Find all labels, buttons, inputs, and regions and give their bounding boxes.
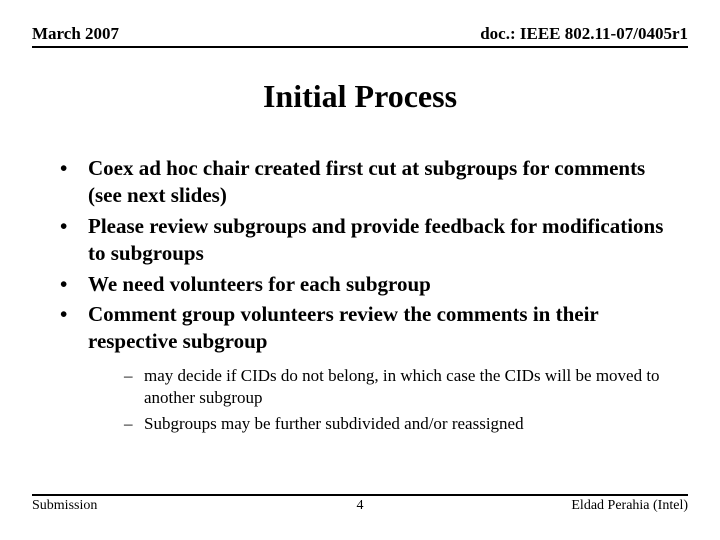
bullet-text: We need volunteers for each subgroup <box>88 272 431 296</box>
slide: March 2007 doc.: IEEE 802.11-07/0405r1 I… <box>0 0 720 540</box>
bullet-text: Coex ad hoc chair created first cut at s… <box>88 156 645 207</box>
bullet-text: Please review subgroups and provide feed… <box>88 214 663 265</box>
bullet-list: Coex ad hoc chair created first cut at s… <box>60 155 680 435</box>
slide-header: March 2007 doc.: IEEE 802.11-07/0405r1 <box>32 24 688 48</box>
slide-content: Coex ad hoc chair created first cut at s… <box>60 155 680 439</box>
bullet-text: Comment group volunteers review the comm… <box>88 302 598 353</box>
bullet-item: Coex ad hoc chair created first cut at s… <box>60 155 680 209</box>
slide-title: Initial Process <box>0 78 720 115</box>
sub-bullet-item: may decide if CIDs do not belong, in whi… <box>124 365 680 409</box>
footer-left: Submission <box>32 498 97 514</box>
bullet-item: Please review subgroups and provide feed… <box>60 213 680 267</box>
footer-author: Eldad Perahia (Intel) <box>571 498 688 514</box>
sub-bullet-list: may decide if CIDs do not belong, in whi… <box>88 365 680 435</box>
slide-footer: Submission 4 Eldad Perahia (Intel) <box>32 494 688 514</box>
sub-bullet-text: Subgroups may be further subdivided and/… <box>144 414 524 433</box>
bullet-item: We need volunteers for each subgroup <box>60 271 680 298</box>
bullet-item: Comment group volunteers review the comm… <box>60 301 680 435</box>
header-date: March 2007 <box>32 24 119 44</box>
sub-bullet-item: Subgroups may be further subdivided and/… <box>124 413 680 435</box>
header-doc-id: doc.: IEEE 802.11-07/0405r1 <box>480 24 688 44</box>
sub-bullet-text: may decide if CIDs do not belong, in whi… <box>144 366 660 407</box>
